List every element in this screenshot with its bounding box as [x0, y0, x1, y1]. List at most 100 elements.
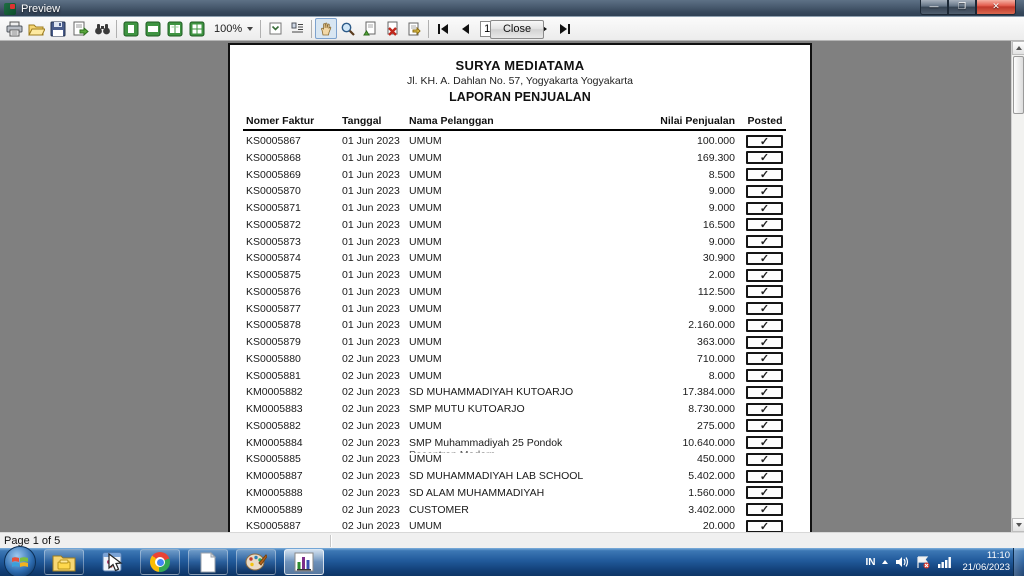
posted-checkbox[interactable]: ✓ [746, 336, 783, 349]
table-row: KS0005880 02 Jun 2023 UMUM 710.000 ✓ [230, 351, 810, 368]
page-settings-button[interactable] [403, 18, 425, 39]
posted-checkbox[interactable]: ✓ [746, 202, 783, 215]
taskbar-item-document[interactable] [188, 549, 228, 575]
outline-panel-button[interactable] [264, 18, 286, 39]
cell-tanggal: 02 Jun 2023 [342, 453, 400, 465]
start-button[interactable] [4, 546, 36, 576]
posted-checkbox[interactable]: ✓ [746, 436, 783, 449]
cell-nama-pelanggan: UMUM [409, 453, 442, 465]
vertical-scrollbar[interactable] [1011, 41, 1024, 532]
binoculars-icon [94, 21, 111, 37]
whole-page-icon [123, 21, 139, 37]
action-center-flag-icon[interactable] [916, 556, 930, 569]
thumbnails-panel-button[interactable] [286, 18, 308, 39]
posted-checkbox[interactable]: ✓ [746, 252, 783, 265]
cell-nilai-penjualan: 450.000 [697, 453, 735, 465]
add-page-button[interactable] [359, 18, 381, 39]
view-two-pages-button[interactable] [164, 18, 186, 39]
paint-palette-icon [245, 552, 267, 572]
posted-checkbox[interactable]: ✓ [746, 403, 783, 416]
posted-checkbox[interactable]: ✓ [746, 218, 783, 231]
first-page-icon [437, 24, 449, 34]
scroll-down-button[interactable] [1012, 518, 1024, 532]
cell-nilai-penjualan: 8.730.000 [688, 403, 735, 415]
clock[interactable]: 11:10 21/06/2023 [962, 550, 1010, 574]
zoom-dropdown[interactable]: 100% [210, 22, 257, 36]
language-indicator[interactable]: IN [865, 557, 875, 568]
minimize-button[interactable]: — [920, 0, 948, 15]
hand-tool-button[interactable] [315, 18, 337, 39]
save-icon [50, 21, 66, 37]
open-button[interactable] [25, 18, 47, 39]
taskbar-item-report-app[interactable] [284, 549, 324, 575]
table-row: KM0005884 02 Jun 2023 SMP Muhammadiyah 2… [230, 435, 810, 452]
cell-nilai-penjualan: 30.900 [703, 252, 735, 264]
windows-logo-icon [11, 554, 29, 570]
cell-nilai-penjualan: 20.000 [703, 520, 735, 532]
posted-checkbox[interactable]: ✓ [746, 453, 783, 466]
cell-nomer-faktur: KM0005884 [246, 437, 303, 449]
status-bar: Page 1 of 5 [0, 532, 1024, 548]
scroll-up-button[interactable] [1012, 41, 1024, 55]
delete-page-icon [384, 21, 401, 37]
first-page-button[interactable] [432, 18, 454, 39]
posted-checkbox[interactable]: ✓ [746, 185, 783, 198]
hidden-icons-button[interactable] [882, 560, 888, 564]
close-window-button[interactable]: ✕ [976, 0, 1016, 15]
posted-checkbox[interactable]: ✓ [746, 235, 783, 248]
cell-nilai-penjualan: 1.560.000 [688, 487, 735, 499]
view-page-width-button[interactable] [142, 18, 164, 39]
view-many-pages-button[interactable] [186, 18, 208, 39]
posted-checkbox[interactable]: ✓ [746, 503, 783, 516]
posted-checkbox[interactable]: ✓ [746, 352, 783, 365]
cell-nilai-penjualan: 2.000 [709, 269, 735, 281]
posted-checkbox[interactable]: ✓ [746, 151, 783, 164]
scrollbar-thumb[interactable] [1013, 56, 1024, 114]
posted-checkbox[interactable]: ✓ [746, 486, 783, 499]
posted-checkbox[interactable]: ✓ [746, 319, 783, 332]
posted-checkbox[interactable]: ✓ [746, 135, 783, 148]
volume-icon[interactable] [895, 556, 909, 568]
down-arrow-icon [1016, 523, 1022, 527]
posted-checkbox[interactable]: ✓ [746, 302, 783, 315]
cell-nama-pelanggan: UMUM [409, 370, 442, 382]
posted-checkbox[interactable]: ✓ [746, 386, 783, 399]
cell-nilai-penjualan: 710.000 [697, 353, 735, 365]
cell-nama-pelanggan: UMUM [409, 319, 442, 331]
last-page-button[interactable] [554, 18, 576, 39]
cell-nomer-faktur: KM0005883 [246, 403, 303, 415]
zoom-tool-button[interactable] [337, 18, 359, 39]
posted-checkbox[interactable]: ✓ [746, 269, 783, 282]
posted-checkbox[interactable]: ✓ [746, 520, 783, 532]
cell-nomer-faktur: KS0005867 [246, 135, 301, 147]
taskbar-item-chrome[interactable] [140, 549, 180, 575]
save-button[interactable] [47, 18, 69, 39]
network-icon[interactable] [937, 556, 952, 568]
view-whole-page-button[interactable] [120, 18, 142, 39]
export-icon [72, 21, 89, 37]
delete-page-button[interactable] [381, 18, 403, 39]
cell-nomer-faktur: KS0005879 [246, 336, 301, 348]
chrome-icon [150, 552, 170, 572]
close-preview-button[interactable]: Close [490, 20, 544, 39]
taskbar-item-paint[interactable] [236, 549, 276, 575]
toolbar: 100% [0, 17, 1024, 41]
print-button[interactable] [3, 18, 25, 39]
export-button[interactable] [69, 18, 91, 39]
restore-button[interactable]: ❐ [948, 0, 976, 15]
prev-page-button[interactable] [454, 18, 476, 39]
mouse-cursor [108, 553, 125, 573]
table-row: KS0005872 01 Jun 2023 UMUM 16.500 ✓ [230, 217, 810, 234]
table-row: KS0005876 01 Jun 2023 UMUM 112.500 ✓ [230, 284, 810, 301]
cell-tanggal: 02 Jun 2023 [342, 370, 400, 382]
find-button[interactable] [91, 18, 113, 39]
taskbar-item-explorer[interactable] [44, 549, 84, 575]
posted-checkbox[interactable]: ✓ [746, 470, 783, 483]
zoom-value: 100% [214, 23, 242, 35]
posted-checkbox[interactable]: ✓ [746, 369, 783, 382]
posted-checkbox[interactable]: ✓ [746, 285, 783, 298]
cell-nilai-penjualan: 9.000 [709, 236, 735, 248]
show-desktop-button[interactable] [1013, 548, 1024, 576]
posted-checkbox[interactable]: ✓ [746, 168, 783, 181]
posted-checkbox[interactable]: ✓ [746, 419, 783, 432]
